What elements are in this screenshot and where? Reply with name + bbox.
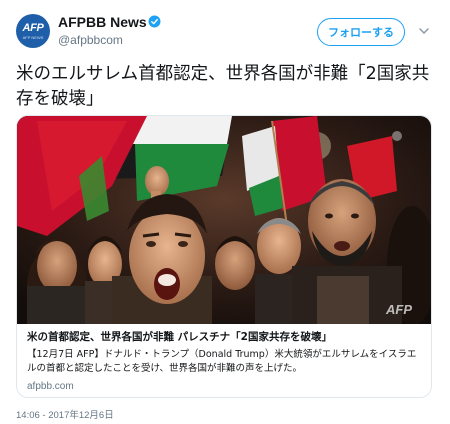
card-body: 米の首都認定、世界各国が非難 パレスチナ「2国家共存を破壊」 【12月7日 AF…: [17, 324, 431, 397]
account-handle[interactable]: @afpbbcom: [58, 33, 123, 47]
chevron-down-icon[interactable]: [417, 24, 431, 38]
verified-badge-icon: [148, 15, 161, 28]
tweet-header: AFP AFP NEWS AFPBB News @afpbbcom フォローする: [0, 0, 450, 56]
avatar-logo-text: AFP: [22, 22, 44, 34]
tweet-text: 米のエルサレム首都認定、世界各国が非難「2国家共存を破壊」: [16, 64, 430, 109]
account-name[interactable]: AFPBB News: [58, 14, 147, 30]
follow-button[interactable]: フォローする: [317, 18, 405, 46]
photo-watermark: AFP: [385, 302, 412, 317]
card-domain[interactable]: afpbb.com: [27, 381, 423, 392]
avatar-logo-subtext: AFP NEWS: [22, 35, 44, 40]
card-title[interactable]: 米の首都認定、世界各国が非難 パレスチナ「2国家共存を破壊」: [27, 330, 423, 344]
link-card[interactable]: AFP 米の首都認定、世界各国が非難 パレスチナ「2国家共存を破壊」 【12月7…: [16, 115, 432, 398]
tweet-timestamp[interactable]: 14:06 - 2017年12月6日: [16, 407, 114, 421]
card-photo: AFP: [17, 116, 431, 324]
avatar[interactable]: AFP AFP NEWS: [16, 14, 50, 48]
card-description: 【12月7日 AFP】ドナルド・トランプ（Donald Trump）米大統領がエ…: [27, 349, 417, 374]
